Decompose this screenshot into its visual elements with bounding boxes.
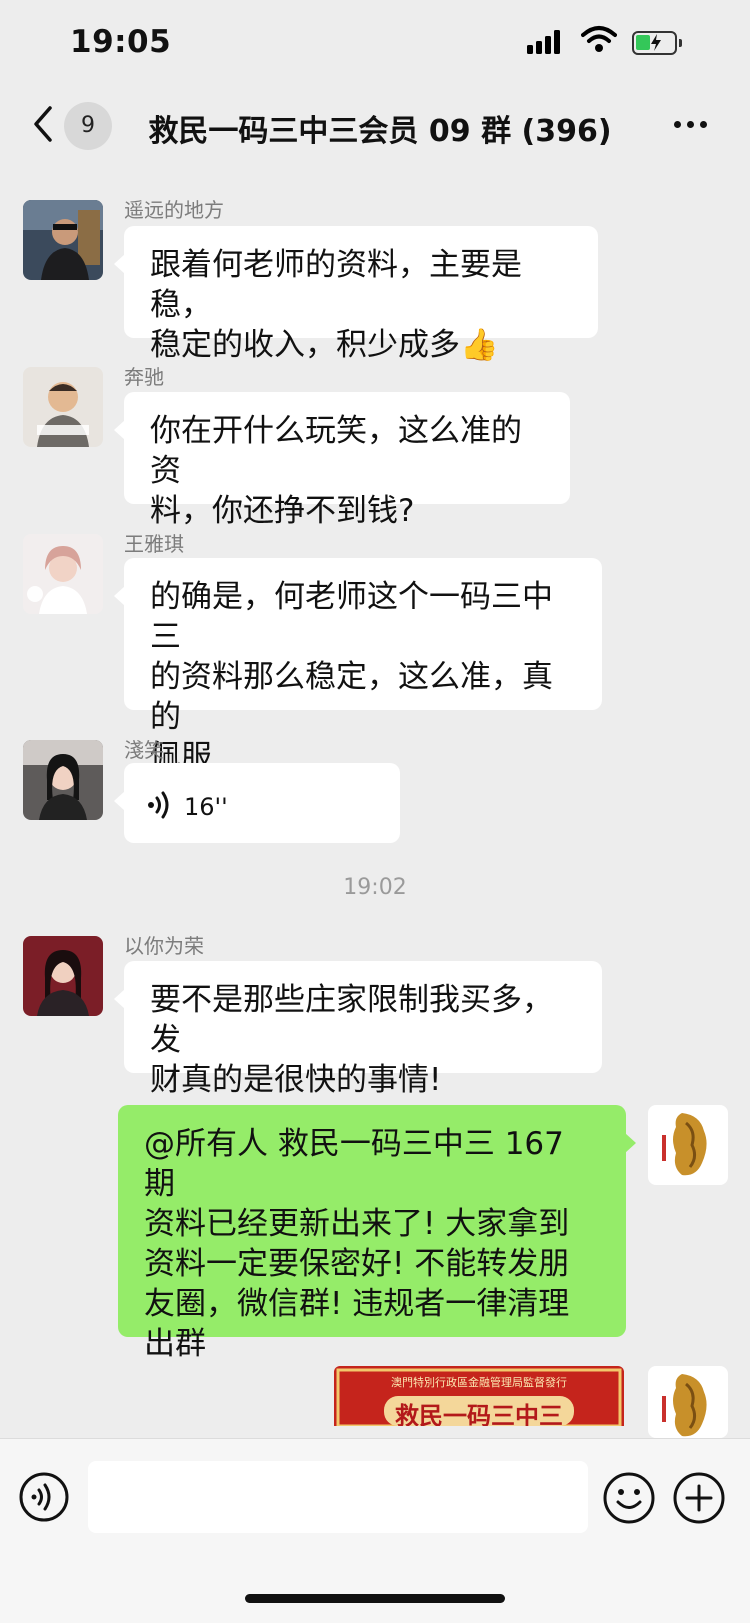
sender-name: 遥远的地方 [124, 198, 224, 222]
message-bubble[interactable]: 跟着何老师的资料，主要是稳， 稳定的收入，积少成多👍 [114, 226, 598, 363]
voice-duration: 16'' [184, 793, 228, 821]
avatar[interactable] [23, 200, 103, 280]
message-bubble[interactable]: 你在开什么玩笑，这么准的资 料，你还挣不到钱? [114, 392, 570, 529]
message-line: 稳定的收入，积少成多👍 [150, 327, 499, 363]
poster-header-text: 澳門特別行政區金融管理局監督發行 [391, 1375, 567, 1389]
message-line: 要不是那些庄家限制我买多，发 [150, 982, 553, 1058]
avatar[interactable] [23, 534, 103, 614]
avatar[interactable] [23, 936, 103, 1016]
avatar[interactable] [23, 740, 103, 820]
chat-timestamp: 19:02 [343, 875, 407, 900]
more-icon[interactable] [670, 112, 712, 136]
message-line: 出群 [144, 1326, 206, 1362]
home-indicator [245, 1594, 505, 1603]
avatar[interactable] [23, 367, 103, 447]
message-line: 的确是，何老师这个一码三中三 [150, 579, 553, 655]
unread-count-badge[interactable]: 9 [64, 102, 112, 150]
message-line: 的资料那么稳定，这么准，真的 [150, 659, 553, 735]
sender-name: 王雅琪 [124, 532, 184, 556]
poster-title-text: 救民一码三中三 [395, 1402, 563, 1426]
own-avatar[interactable] [648, 1366, 728, 1438]
wifi-icon [581, 26, 617, 52]
message-line: 财真的是很快的事情! [150, 1062, 442, 1098]
message-bubble[interactable]: 的确是，何老师这个一码三中三 的资料那么稳定，这么准，真的 佩服 [114, 558, 602, 775]
message-line: 你在开什么玩笑，这么准的资 [150, 413, 522, 489]
message-line: 资料已经更新出来了! 大家拿到 [144, 1206, 570, 1242]
message-line: 料，你还挣不到钱? [150, 493, 415, 529]
plus-icon[interactable] [672, 1471, 726, 1525]
message-line: 跟着何老师的资料，主要是稳， [150, 247, 522, 323]
image-message[interactable]: 澳門特別行政區金融管理局監督發行 救民一码三中三 [334, 1366, 624, 1426]
voice-message-bubble[interactable]: 16'' [114, 763, 400, 843]
voice-input-icon[interactable] [18, 1471, 70, 1523]
sender-name: 以你为荣 [124, 934, 204, 958]
chat-header: 9 救民一码三中三会员 09 群 (396) [0, 88, 750, 170]
status-bar: 19:05 [0, 0, 750, 88]
emoji-icon[interactable] [602, 1471, 656, 1525]
message-input[interactable] [88, 1461, 588, 1533]
sender-name: 淺笑 [124, 738, 164, 762]
message-line: 友圈，微信群! 违规者一律清理 [144, 1286, 570, 1322]
sender-name: 奔驰 [124, 365, 164, 389]
message-bubble[interactable]: 要不是那些庄家限制我买多，发 财真的是很快的事情! [114, 961, 602, 1098]
message-list[interactable]: 遥远的地方 跟着何老师的资料，主要是稳， 稳定的收入，积少成多👍 奔驰 你在开什… [0, 170, 750, 1438]
back-chevron-icon[interactable] [30, 104, 56, 144]
voice-wave-icon [148, 791, 169, 819]
message-line: @所有人 救民一码三中三 167 期 [144, 1126, 564, 1202]
battery-icon [632, 31, 682, 55]
chat-title: 救民一码三中三会员 09 群 (396) [148, 114, 612, 149]
message-line: 资料一定要保密好! 不能转发朋 [144, 1246, 570, 1282]
own-avatar[interactable] [648, 1105, 728, 1185]
input-bar [0, 1438, 750, 1623]
signal-icon [527, 30, 567, 54]
own-message-bubble[interactable]: @所有人 救民一码三中三 167 期 资料已经更新出来了! 大家拿到 资料一定要… [118, 1105, 636, 1362]
status-time: 19:05 [70, 24, 172, 60]
